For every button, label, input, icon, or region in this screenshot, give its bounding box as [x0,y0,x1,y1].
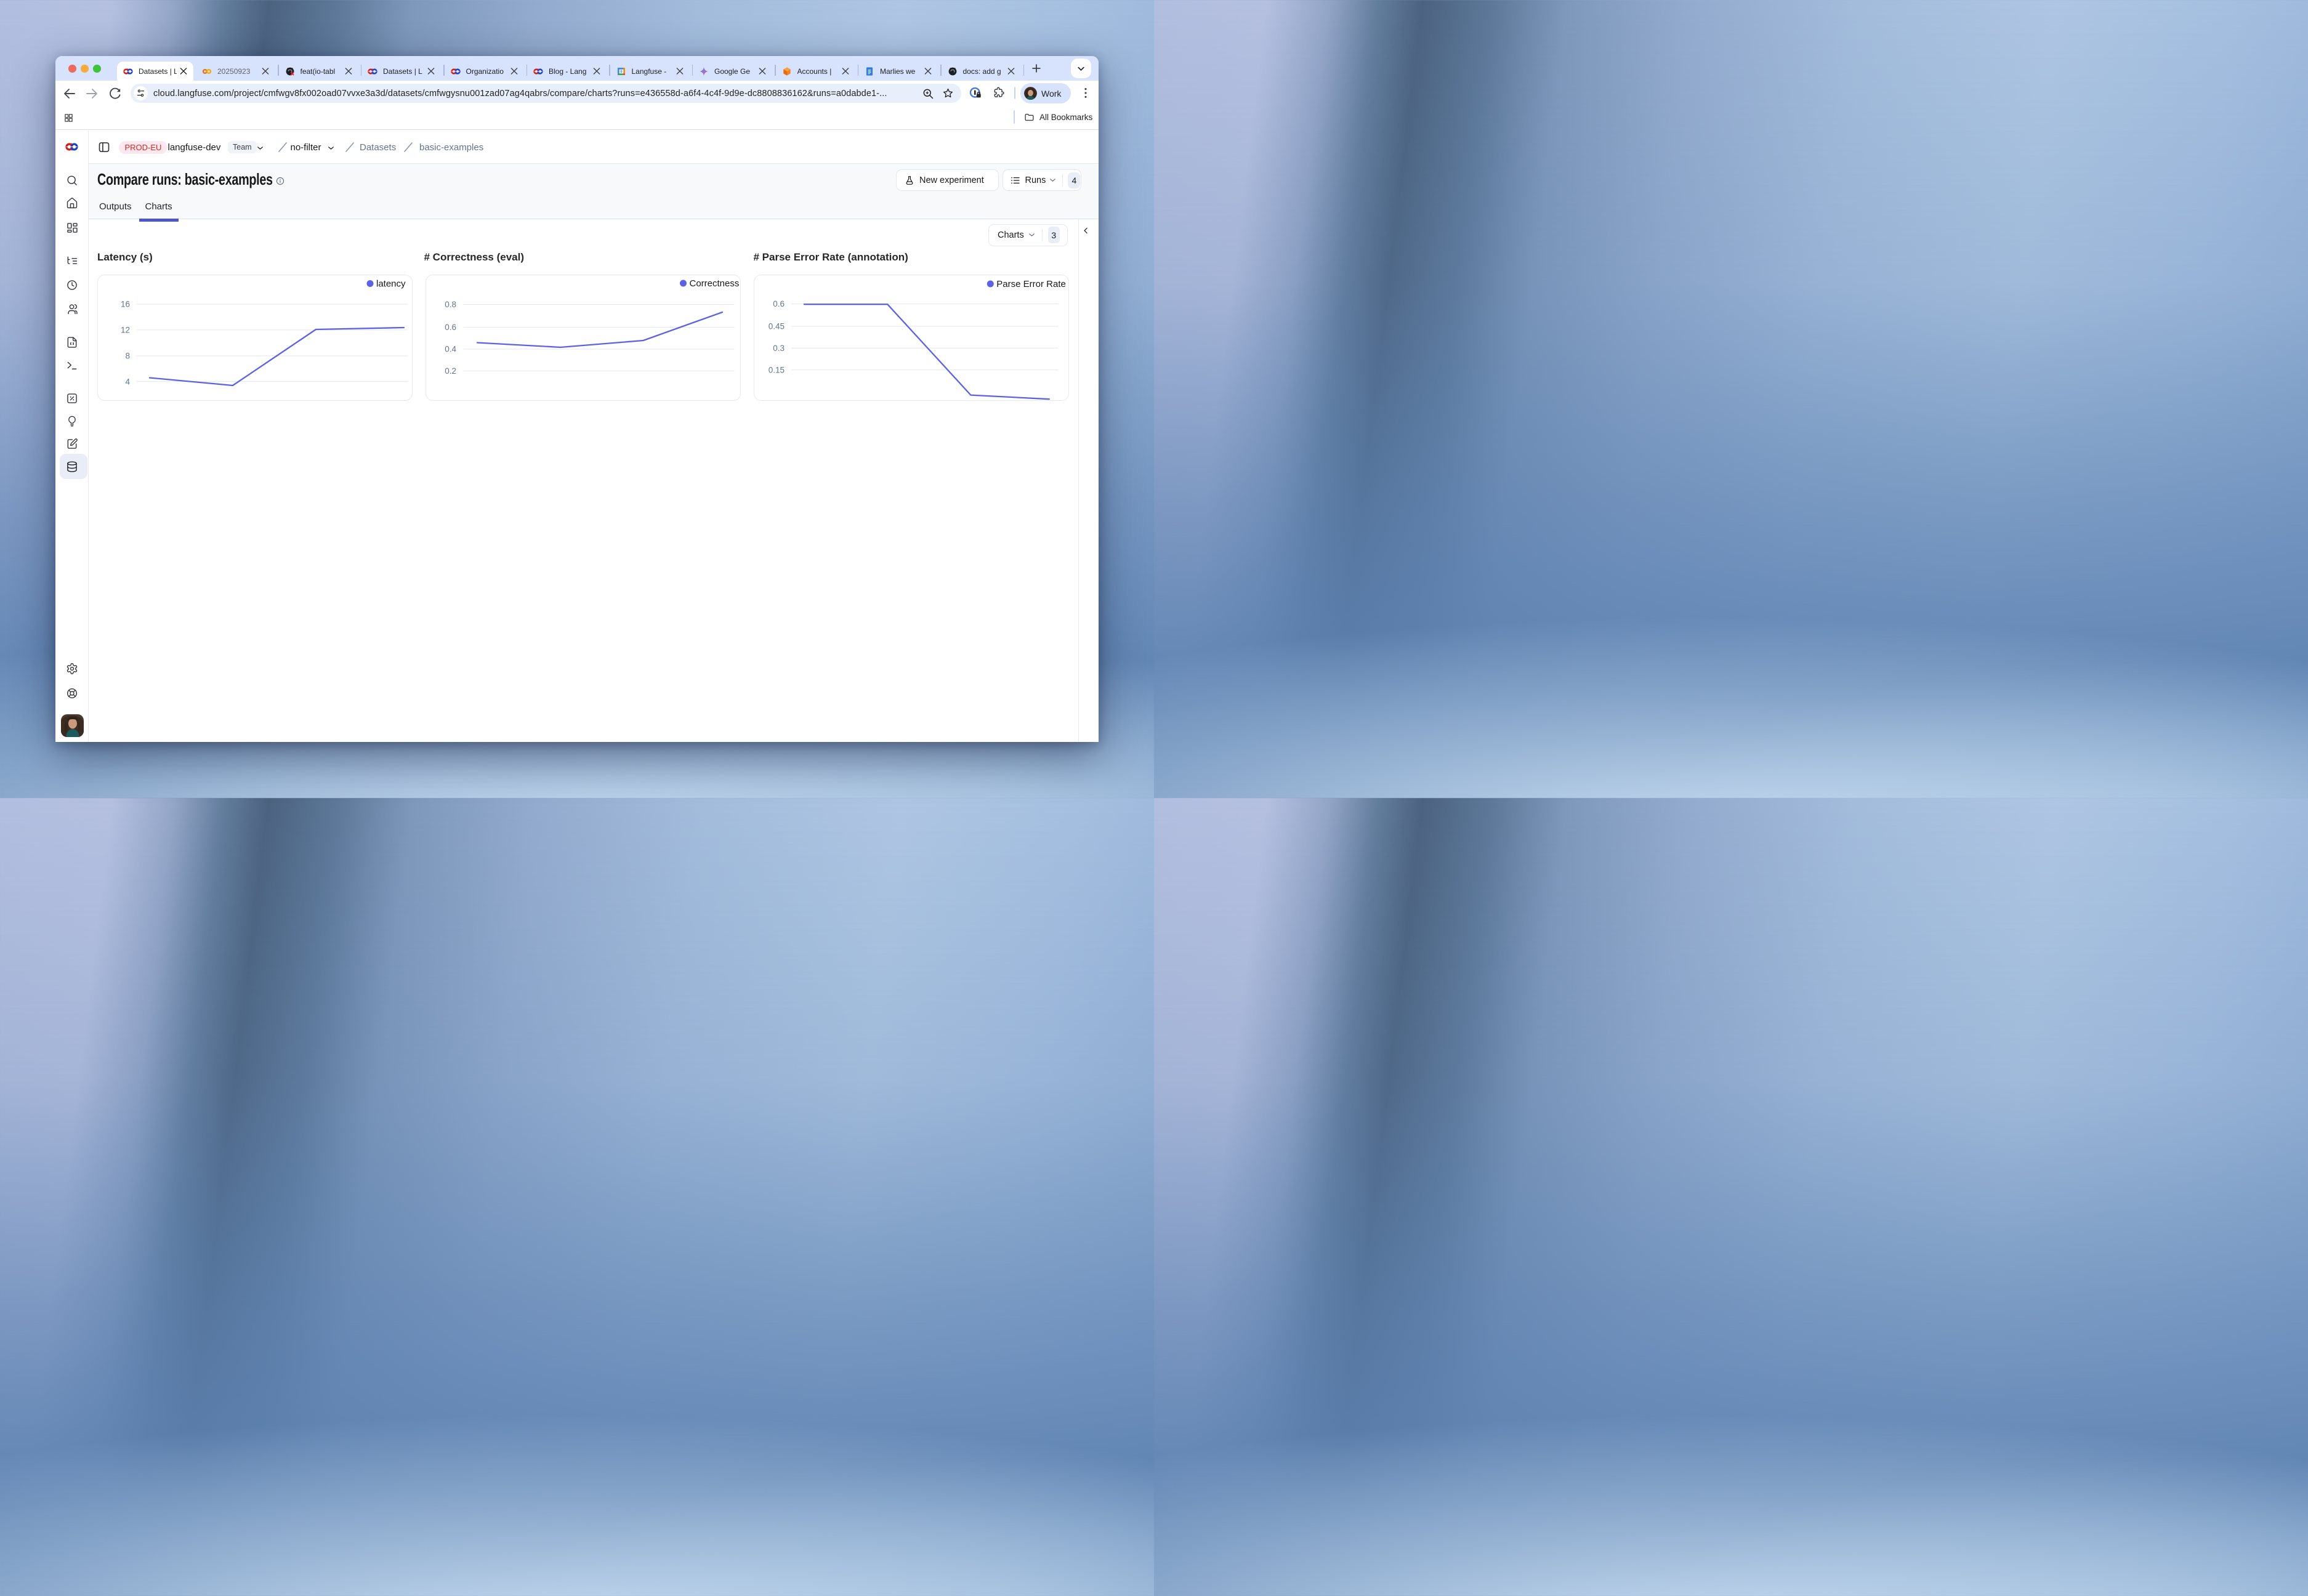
svg-text:0.3: 0.3 [773,343,785,352]
svg-text:8: 8 [125,351,130,360]
svg-text:0.6: 0.6 [445,323,456,332]
svg-text:0.4: 0.4 [445,344,456,353]
svg-text:0.15: 0.15 [768,365,784,374]
svg-text:0.6: 0.6 [773,299,785,308]
svg-text:16: 16 [120,299,129,308]
svg-text:Correctness: Correctness [689,278,739,289]
svg-text:0.45: 0.45 [768,321,784,331]
svg-text:Parse Error Rate: Parse Error Rate [996,279,1066,289]
svg-text:0.8: 0.8 [445,300,456,309]
svg-text:4: 4 [125,377,130,386]
svg-text:latency: latency [376,278,406,289]
svg-text:0.2: 0.2 [445,366,456,376]
svg-text:12: 12 [120,325,129,334]
